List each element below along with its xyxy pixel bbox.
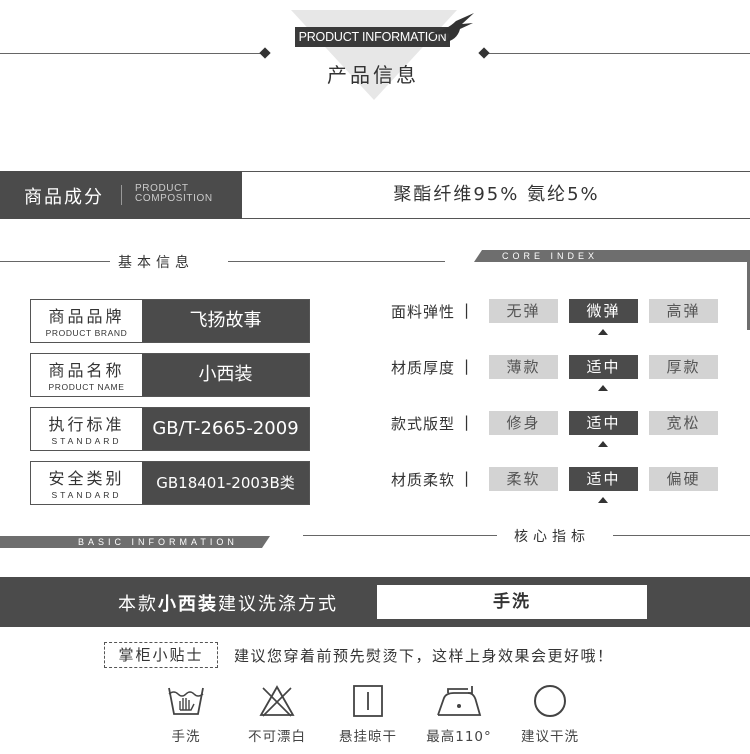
hang-dry-icon xyxy=(353,685,383,717)
composition-separator xyxy=(121,185,122,205)
core-option: 宽松 xyxy=(649,411,718,435)
basic-heading-line-right xyxy=(228,261,445,262)
core-option-selected: 适中 xyxy=(569,467,638,491)
core-option-selected: 适中 xyxy=(569,411,638,435)
core-heading-line-right xyxy=(613,535,750,536)
care-item-hang-dry: 悬挂晾干 xyxy=(328,684,408,745)
core-heading-line-left xyxy=(303,535,497,536)
info-label: 商品名称 PRODUCT NAME xyxy=(31,354,142,396)
core-row-label: 材质厚度 xyxy=(391,359,456,377)
selected-indicator-icon xyxy=(598,329,608,335)
info-label: 执行标准 STANDARD xyxy=(31,408,142,450)
core-option-selected: 适中 xyxy=(569,355,638,379)
selected-indicator-icon xyxy=(598,497,608,503)
header-divider-left xyxy=(0,53,264,54)
core-option: 高弹 xyxy=(649,299,718,323)
basic-heading-line-left xyxy=(0,261,110,262)
tips-text: 建议您穿着前预先熨烫下，这样上身效果会更好哦！ xyxy=(234,647,614,665)
care-item-hand-wash: 手洗 xyxy=(146,684,226,745)
core-row-separator: | xyxy=(464,301,471,319)
header-title-cn: 产品信息 xyxy=(327,63,419,87)
info-label: 安全类别 STANDARD xyxy=(31,462,142,504)
header-divider-right xyxy=(483,53,750,54)
basic-info-heading: 基本信息 xyxy=(118,255,194,271)
core-index-heading-bar: CORE INDEX xyxy=(474,250,750,262)
info-value-brand: 飞扬故事 xyxy=(142,300,309,342)
no-bleach-icon xyxy=(259,685,295,717)
core-row-separator: | xyxy=(464,413,471,431)
info-value-name: 小西装 xyxy=(142,354,309,396)
care-item-tumble-dry: 建议干洗 xyxy=(510,684,590,745)
core-option: 偏硬 xyxy=(649,467,718,491)
composition-label-cn: 商品成分 xyxy=(24,187,104,208)
header-title-en: PRODUCT INFORMATION xyxy=(295,27,450,47)
info-item-safety: 安全类别 STANDARD GB18401-2003B类 xyxy=(30,461,310,505)
core-row-label: 面料弹性 xyxy=(391,303,456,321)
iron-icon xyxy=(437,686,482,716)
info-item-standard: 执行标准 STANDARD GB/T-2665-2009 xyxy=(30,407,310,451)
care-item-iron: 最高110° xyxy=(419,684,499,745)
core-option: 无弹 xyxy=(489,299,558,323)
hand-wash-icon xyxy=(168,687,204,715)
info-item-name: 商品名称 PRODUCT NAME 小西装 xyxy=(30,353,310,397)
info-label: 商品品牌 PRODUCT BRAND xyxy=(31,300,142,342)
core-option: 厚款 xyxy=(649,355,718,379)
core-option-selected: 微弹 xyxy=(569,299,638,323)
core-option: 修身 xyxy=(489,411,558,435)
core-option: 柔软 xyxy=(489,467,558,491)
swallow-bird-icon xyxy=(432,13,474,42)
selected-indicator-icon xyxy=(598,441,608,447)
core-row-separator: | xyxy=(464,469,471,487)
tips-label: 掌柜小贴士 xyxy=(104,642,218,668)
info-value-standard: GB/T-2665-2009 xyxy=(142,408,309,450)
washing-text: 本款小西装建议洗涤方式 xyxy=(118,594,338,615)
info-value-safety: GB18401-2003B类 xyxy=(142,462,309,504)
composition-label-en: PRODUCT COMPOSITION xyxy=(135,183,213,204)
header-diamond-right xyxy=(478,47,490,59)
care-item-no-bleach: 不可漂白 xyxy=(237,684,317,745)
core-row-label: 材质柔软 xyxy=(391,471,456,489)
core-row-label: 款式版型 xyxy=(391,415,456,433)
washing-method: 手洗 xyxy=(377,585,647,619)
info-item-brand: 商品品牌 PRODUCT BRAND 飞扬故事 xyxy=(30,299,310,343)
composition-value: 聚酯纤维95% 氨纶5% xyxy=(393,184,600,205)
basic-info-heading-bar: BASIC INFORMATION xyxy=(0,536,270,548)
core-row-separator: | xyxy=(464,357,471,375)
header-diamond-left xyxy=(259,47,271,59)
selected-indicator-icon xyxy=(598,385,608,391)
core-index-heading: 核心指标 xyxy=(514,529,590,545)
core-option: 薄款 xyxy=(489,355,558,379)
tumble-dry-icon xyxy=(534,685,566,717)
